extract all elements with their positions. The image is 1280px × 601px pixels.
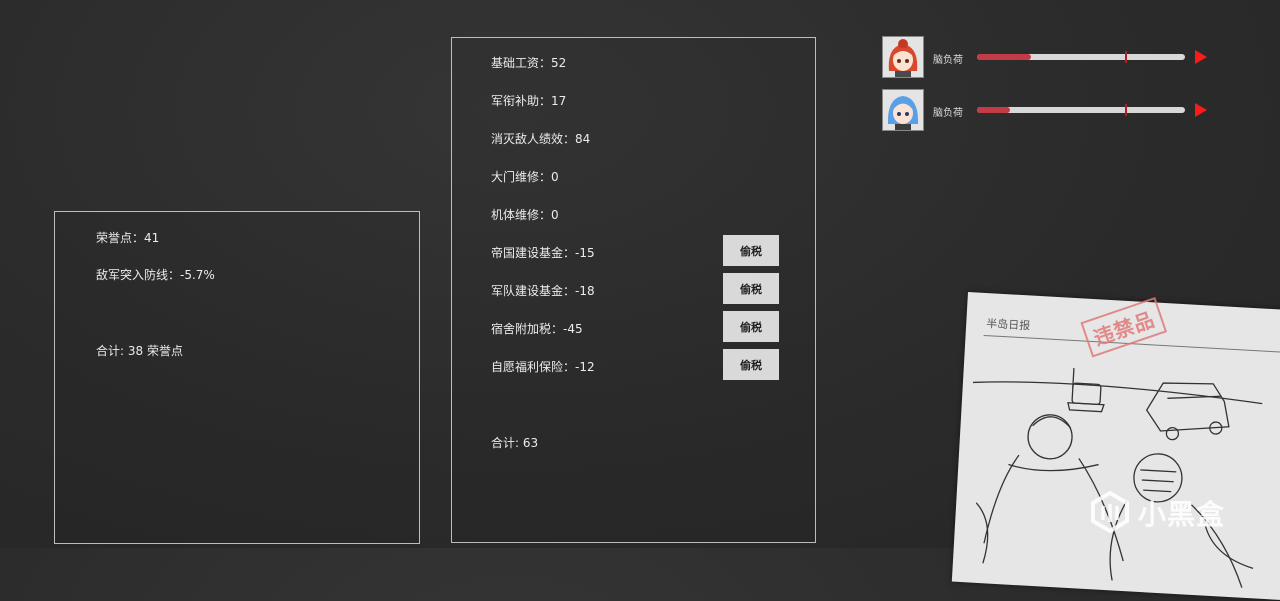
site-watermark: 小黑盒 [1088, 488, 1248, 538]
watermark-text: 小黑盒 [1138, 498, 1226, 531]
dorm-tax-line: 宿舍附加税：-45 [491, 322, 583, 336]
character-status-1: 脑负荷 [882, 36, 1222, 80]
newspaper-title: 半岛日报 [985, 317, 1031, 333]
salary-total: 合计: 63 [491, 436, 539, 450]
character-status-2: 脑负荷 [882, 89, 1222, 133]
brain-load-label: 脑负荷 [933, 108, 963, 119]
newspaper-item[interactable]: 半岛日报 违禁品 [951, 292, 1280, 601]
evade-tax-button-army-fund[interactable]: 偷税 [723, 273, 779, 304]
blue-haired-girl-avatar-icon[interactable] [882, 89, 924, 131]
evade-tax-button-empire-fund[interactable]: 偷税 [723, 235, 779, 266]
empire-fund-line: 帝国建设基金：-15 [491, 246, 595, 260]
brain-load-fill [977, 107, 1011, 113]
brain-load-fill [977, 54, 1032, 60]
enemy-breach-line: 敌军突入防线：-5.7% [96, 268, 215, 282]
kill-bonus-line: 消灭敌人绩效：84 [491, 132, 591, 146]
base-salary-line: 基础工资：52 [491, 56, 567, 70]
play-arrow-icon[interactable] [1195, 103, 1207, 117]
brain-load-label: 脑负荷 [933, 55, 963, 66]
welfare-insurance-line: 自愿福利保险：-12 [491, 360, 595, 374]
play-arrow-icon[interactable] [1195, 50, 1207, 64]
honor-total: 合计: 38 荣誉点 [96, 344, 183, 358]
rank-allowance-line: 军衔补助：17 [491, 94, 567, 108]
salary-panel: 基础工资：52 军衔补助：17 消灭敌人绩效：84 大门维修：0 机体维修：0 … [451, 37, 816, 543]
newspaper-sketch-illustration [972, 367, 1263, 588]
evade-tax-button-welfare[interactable]: 偷税 [723, 349, 779, 380]
evade-tax-button-dorm-tax[interactable]: 偷税 [723, 311, 779, 342]
watermark-logo-icon [1091, 490, 1129, 534]
honor-points-line: 荣誉点：41 [96, 231, 160, 245]
honor-points-panel: 荣誉点：41 敌军突入防线：-5.7% 合计: 38 荣誉点 [54, 211, 420, 544]
brain-load-bar [977, 104, 1185, 116]
mech-repair-line: 机体维修：0 [491, 208, 559, 222]
brain-load-threshold-marker [1125, 104, 1127, 116]
brain-load-bar [977, 51, 1185, 63]
red-haired-girl-avatar-icon[interactable] [882, 36, 924, 78]
brain-load-threshold-marker [1125, 51, 1127, 63]
army-fund-line: 军队建设基金：-18 [491, 284, 595, 298]
gate-repair-line: 大门维修：0 [491, 170, 559, 184]
